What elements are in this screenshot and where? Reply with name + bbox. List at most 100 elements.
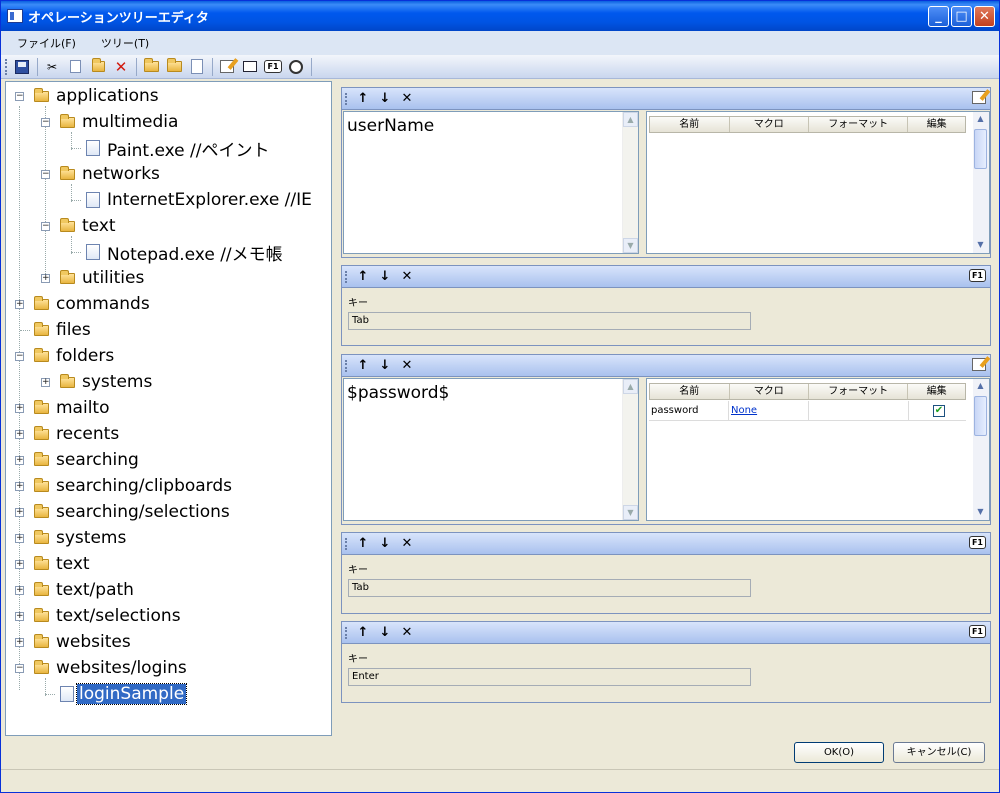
expand-toggle[interactable]: + (15, 508, 24, 517)
panel-grip[interactable] (345, 359, 348, 372)
new-document-button[interactable] (187, 58, 207, 76)
expand-toggle[interactable]: + (15, 482, 24, 491)
tree-node[interactable]: files (34, 318, 93, 342)
window-button[interactable] (240, 58, 260, 76)
edit-icon[interactable] (972, 358, 986, 371)
edit-checkbox[interactable]: ✔ (933, 405, 945, 417)
scroll-thumb[interactable] (974, 396, 987, 436)
cell-macro-link[interactable]: None (729, 401, 809, 420)
menu-file[interactable]: ファイル(F) (1, 35, 85, 51)
remove-button[interactable]: ✕ (396, 269, 418, 284)
minimize-button[interactable]: _ (928, 6, 949, 27)
panel-grip[interactable] (345, 270, 348, 283)
scroll-up-icon[interactable]: ▲ (973, 112, 988, 127)
tree-node[interactable]: text/selections (34, 604, 183, 628)
move-up-button[interactable]: ↑ (352, 91, 374, 106)
move-up-button[interactable]: ↑ (352, 536, 374, 551)
timer-button[interactable] (286, 58, 306, 76)
scroll-down-icon[interactable]: ▼ (623, 238, 638, 253)
new-folder-button[interactable] (141, 58, 161, 76)
collapse-toggle[interactable]: − (15, 664, 24, 673)
cancel-button[interactable]: キャンセル(C) (893, 742, 985, 763)
key-field[interactable]: Tab (348, 312, 751, 330)
expand-toggle[interactable]: + (15, 404, 24, 413)
expand-toggle[interactable]: + (15, 586, 24, 595)
tree-node[interactable]: searching (34, 448, 141, 472)
cell-format[interactable] (809, 401, 909, 420)
tree-node[interactable]: systems (34, 526, 128, 550)
edit-button[interactable] (217, 58, 237, 76)
menu-tree[interactable]: ツリー(T) (85, 35, 158, 51)
collapse-toggle[interactable]: − (41, 118, 50, 127)
copy-button[interactable] (65, 58, 85, 76)
scroll-up-icon[interactable]: ▲ (623, 379, 638, 394)
text-editor[interactable]: $password$ ▲ ▼ (343, 378, 639, 521)
scroll-down-icon[interactable]: ▼ (973, 238, 988, 253)
expand-toggle[interactable]: + (15, 612, 24, 621)
column-format[interactable]: フォーマット (809, 384, 909, 399)
tree-node-selected[interactable]: loginSample (60, 682, 188, 706)
key-field[interactable]: Tab (348, 579, 751, 597)
expand-toggle[interactable]: + (41, 274, 50, 283)
tree-node[interactable]: commands (34, 292, 152, 316)
expand-toggle[interactable]: + (15, 534, 24, 543)
f1-icon[interactable]: F1 (968, 269, 986, 282)
close-button[interactable]: ✕ (974, 6, 995, 27)
scroll-thumb[interactable] (974, 129, 987, 169)
tree-node[interactable]: recents (34, 422, 121, 446)
remove-button[interactable]: ✕ (396, 91, 418, 106)
move-down-button[interactable]: ↓ (374, 358, 396, 373)
expand-toggle[interactable]: + (41, 378, 50, 387)
remove-button[interactable]: ✕ (396, 358, 418, 373)
tree-node[interactable]: searching/selections (34, 500, 232, 524)
text-editor[interactable]: userName ▲ ▼ (343, 111, 639, 254)
grid-scrollbar[interactable]: ▲ ▼ (973, 379, 989, 520)
editor-scrollbar[interactable]: ▲ ▼ (622, 112, 638, 253)
table-row[interactable]: password None ✔ (649, 401, 966, 421)
paste-button[interactable] (88, 58, 108, 76)
expand-toggle[interactable]: + (15, 456, 24, 465)
move-down-button[interactable]: ↓ (374, 625, 396, 640)
scroll-up-icon[interactable]: ▲ (623, 112, 638, 127)
tree-node[interactable]: searching/clipboards (34, 474, 234, 498)
tree-node[interactable]: applications (34, 84, 161, 108)
remove-button[interactable]: ✕ (396, 536, 418, 551)
tree-node[interactable]: InternetExplorer.exe //IE (86, 188, 314, 212)
macro-grid[interactable]: 名前 マクロ フォーマット 編集 ▲ ▼ (646, 111, 990, 254)
scroll-down-icon[interactable]: ▼ (623, 505, 638, 520)
cell-name[interactable]: password (649, 401, 729, 420)
tree-node[interactable]: multimedia (60, 110, 180, 134)
collapse-toggle[interactable]: − (41, 170, 50, 179)
tree-node[interactable]: text/path (34, 578, 136, 602)
f1-icon[interactable]: F1 (968, 536, 986, 549)
tree-node[interactable]: Paint.exe //ペイント (86, 136, 272, 161)
save-button[interactable] (12, 58, 32, 76)
editor-scrollbar[interactable]: ▲ ▼ (622, 379, 638, 520)
column-macro[interactable]: マクロ (730, 117, 809, 132)
move-down-button[interactable]: ↓ (374, 91, 396, 106)
move-down-button[interactable]: ↓ (374, 536, 396, 551)
tree-node[interactable]: websites/logins (34, 656, 189, 680)
edit-icon[interactable] (972, 91, 986, 104)
column-edit[interactable]: 編集 (908, 384, 965, 399)
tree-node[interactable]: systems (60, 370, 154, 394)
panel-grip[interactable] (345, 626, 348, 639)
column-format[interactable]: フォーマット (809, 117, 909, 132)
panel-grip[interactable] (345, 537, 348, 550)
cut-button[interactable]: ✂ (42, 58, 62, 76)
move-up-button[interactable]: ↑ (352, 269, 374, 284)
column-name[interactable]: 名前 (650, 384, 730, 399)
expand-toggle[interactable]: + (15, 638, 24, 647)
cell-edit[interactable]: ✔ (909, 401, 966, 420)
collapse-toggle[interactable]: − (15, 92, 24, 101)
tree-node[interactable]: networks (60, 162, 162, 186)
column-edit[interactable]: 編集 (908, 117, 965, 132)
key-field[interactable]: Enter (348, 668, 751, 686)
column-macro[interactable]: マクロ (730, 384, 809, 399)
collapse-toggle[interactable]: − (15, 352, 24, 361)
tree-node[interactable]: folders (34, 344, 116, 368)
tree-node[interactable]: Notepad.exe //メモ帳 (86, 240, 285, 265)
move-up-button[interactable]: ↑ (352, 358, 374, 373)
move-down-button[interactable]: ↓ (374, 269, 396, 284)
column-name[interactable]: 名前 (650, 117, 730, 132)
